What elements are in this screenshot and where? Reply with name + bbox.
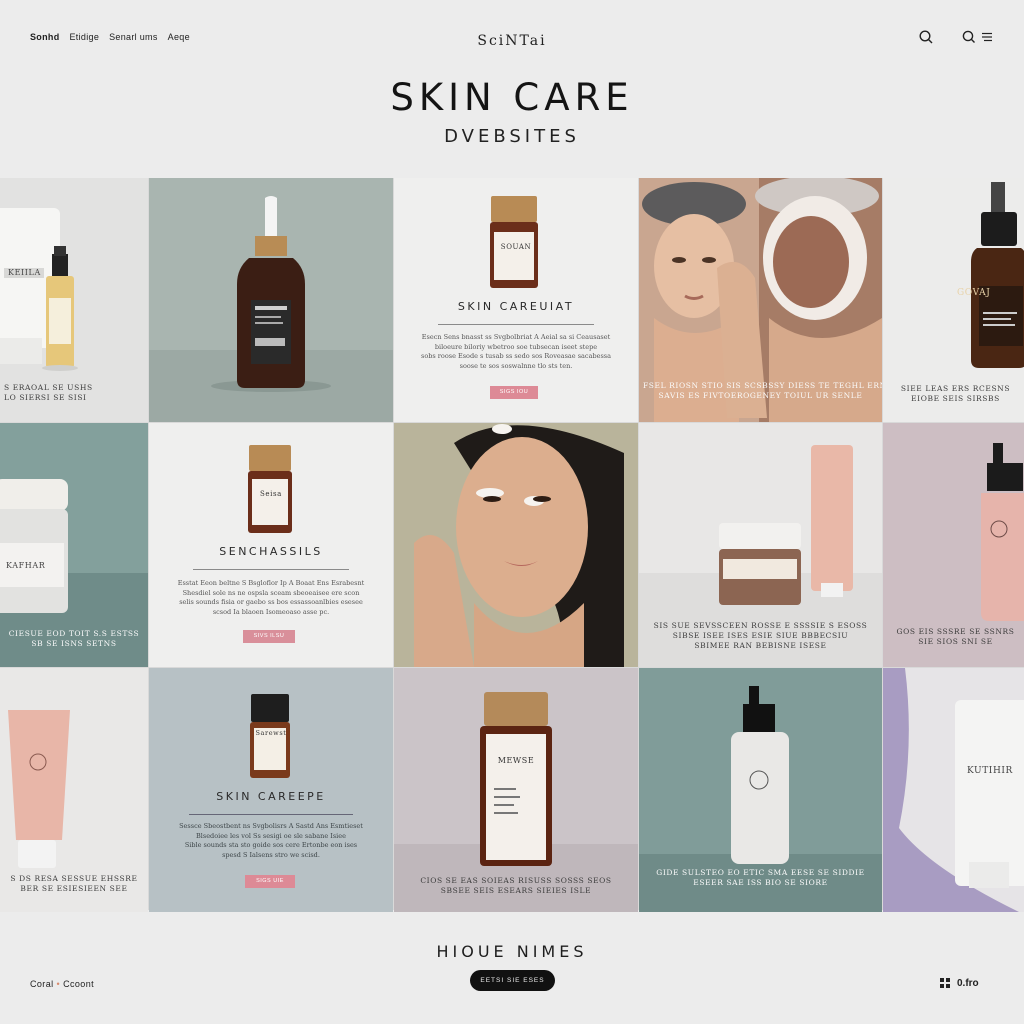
tile-caption: CIESUE EOD TOIT S.S ESTSS SB SE ISNS SET… xyxy=(8,629,140,648)
card-button[interactable]: SIGS IOU xyxy=(490,386,538,399)
tile-caption: SIEE LEAS ERS RCESNS EIOBE SEIS SIRSBS xyxy=(900,384,1011,403)
footer-link-1[interactable]: Coral xyxy=(30,979,54,989)
card-button[interactable]: SIVS ILSU xyxy=(243,630,295,643)
product-tile-white-pump[interactable]: GIDE SULSTEO EO ETIC SMA EESE SE SIDDIE … xyxy=(639,668,882,912)
footer-title: HIOUE NIMES xyxy=(436,942,588,961)
dropper-bottle-image xyxy=(149,178,393,422)
jar-label: Sarewst xyxy=(255,729,287,737)
face-image xyxy=(394,423,638,667)
serum-label: GOVAJ xyxy=(957,288,991,298)
footer-link-2[interactable]: Ccoont xyxy=(63,979,94,989)
tile-caption: S ERAOAL SE USHS LO SIERSI SE SISI xyxy=(4,383,93,402)
card-text: Esstat Eeon beltne S Bsgloflor Ip A Boaa… xyxy=(177,579,365,616)
brand-logo[interactable]: SciNTai xyxy=(0,33,1024,49)
product-card-2[interactable]: Seisa SENCHASSILS Esstat Eeon beltne S B… xyxy=(149,423,393,667)
grid-icon[interactable] xyxy=(940,978,951,989)
card-text: Sessce Sbeostbent ns Svgbolisrs A Sastd … xyxy=(179,822,363,859)
product-tile-white-tube[interactable]: KUTIHIR xyxy=(883,668,1024,912)
divider xyxy=(189,814,353,815)
divider xyxy=(193,569,349,570)
separator-dot: • xyxy=(56,979,61,989)
tile-caption: S DS RESA SESSUE EHSSRE BER SE ESIESIEEN… xyxy=(10,874,138,893)
divider xyxy=(438,324,594,325)
tile-caption: SIS SUE SEVSSCEEN ROSSE E SSSSIE S ESOSS… xyxy=(653,621,868,650)
tile-caption: CIOS SE EAS SOIEAS RISUSS SOSSS SEOS SBS… xyxy=(420,876,612,895)
image-tile-faces[interactable]: FSEL RIOSN STIO SIS SCSBSSY DIESS TE TEG… xyxy=(639,178,882,422)
product-tile-cream-jar[interactable]: KAFHAR CIESUE EOD TOIT S.S ESTSS SB SE I… xyxy=(0,423,148,667)
tile-caption: FSEL RIOSN STIO SIS SCSBSSY DIESS TE TEG… xyxy=(643,381,882,400)
product-tile-bottle[interactable]: MEWSE CIOS SE EAS SOIEAS RISUSS SOSSS SE… xyxy=(394,668,638,912)
tile-caption: GOS EIS SSSRE SE SSNRS SIE SIOS SNI SE xyxy=(896,627,1015,646)
bottle-label: MEWSE xyxy=(497,756,535,765)
tube-label: KUTIHIR xyxy=(967,766,1013,776)
search-menu-icon[interactable] xyxy=(961,28,995,46)
product-tile-pump[interactable]: GOS EIS SSSRE SE SSNRS SIE SIOS SNI SE xyxy=(883,423,1024,667)
page-subtitle: DVEBSITES xyxy=(444,126,580,147)
page-title: SKIN CARE xyxy=(390,76,634,119)
tube-label: KEIILA xyxy=(8,268,41,277)
jar-label: KAFHAR xyxy=(6,561,46,570)
tile-caption: GIDE SULSTEO EO ETIC SMA EESE SE SIDDIE … xyxy=(656,868,865,887)
product-tile-dropper[interactable] xyxy=(149,178,393,422)
jar-label: SOUAN xyxy=(500,243,532,251)
product-card-3[interactable]: Sarewst SKIN CAREEPE Sessce Sbeostbent n… xyxy=(149,668,393,912)
product-tile-pink-tube[interactable]: S DS RESA SESSUE EHSSRE BER SE ESIESIEEN… xyxy=(0,668,148,912)
product-grid: KEIILA S ERAOAL SE USHS LO SIERSI SE SIS… xyxy=(0,178,1024,912)
footer-cta-button[interactable]: EETSI SIE ESES xyxy=(470,970,555,991)
footer-right-text[interactable]: 0.fro xyxy=(957,978,979,989)
image-tile-face[interactable] xyxy=(394,423,638,667)
white-tube-image xyxy=(883,668,1024,912)
card-text: Esecn Sens bnasst ss Svgbolbriat A Aeial… xyxy=(420,333,612,370)
card-button[interactable]: SIGS UIE xyxy=(245,875,295,888)
footer-right: 0.fro xyxy=(940,978,979,989)
product-tile-tube-serum[interactable]: KEIILA S ERAOAL SE USHS LO SIERSI SE SIS… xyxy=(0,178,148,422)
product-tile-serum[interactable]: GOVAJ SIEE LEAS ERS RCESNS EIOBE SEIS SI… xyxy=(883,178,1024,422)
footer-left: Coral • Ccoont xyxy=(30,979,94,989)
card-heading: SENCHASSILS xyxy=(219,545,323,558)
product-card-1[interactable]: SOUAN SKIN CAREUIAT Esecn Sens bnasst ss… xyxy=(394,178,638,422)
card-heading: SKIN CAREUIAT xyxy=(457,300,575,313)
product-tile-jar-tube[interactable]: SIS SUE SEVSSCEEN ROSSE E SSSSIE S ESOSS… xyxy=(639,423,882,667)
jar-label: Seisa xyxy=(260,490,282,498)
card-heading: SKIN CAREEPE xyxy=(216,790,326,803)
search-icon[interactable] xyxy=(917,28,935,46)
